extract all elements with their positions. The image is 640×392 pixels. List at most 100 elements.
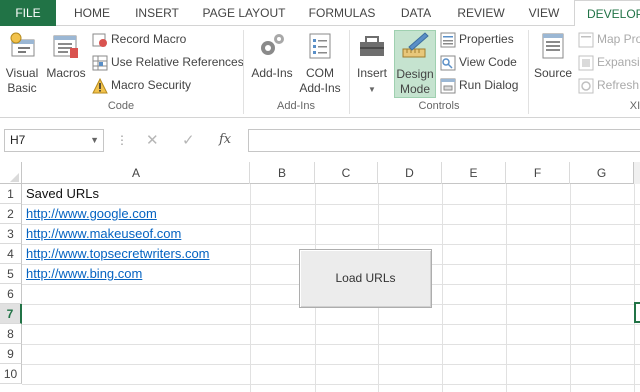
design-mode-icon — [402, 32, 429, 58]
gridline — [22, 344, 640, 345]
tab-file[interactable]: FILE — [0, 0, 56, 26]
insert-control-button[interactable]: Insert ▼ — [352, 30, 392, 97]
toolbox-icon — [360, 36, 384, 56]
refresh-data-button[interactable]: Refresh I — [578, 75, 640, 95]
row-header-1[interactable]: 1 — [0, 184, 22, 204]
cell-a3-link[interactable]: http://www.makeuseof.com — [26, 224, 181, 244]
macros-button[interactable]: Macros — [44, 30, 88, 81]
tab-developer[interactable]: DEVELOPER — [574, 0, 640, 27]
properties-icon — [440, 32, 456, 48]
cell-a2-link[interactable]: http://www.google.com — [26, 204, 157, 224]
visual-basic-label-1: Visual — [5, 66, 39, 80]
column-header-f[interactable]: F — [506, 162, 570, 184]
column-header-a[interactable]: A — [23, 162, 250, 184]
record-macro-button[interactable]: Record Macro — [92, 29, 186, 49]
row-header-3[interactable]: 3 — [0, 224, 22, 244]
macro-security-label: Macro Security — [111, 78, 192, 92]
cell-a5-link[interactable]: http://www.bing.com — [26, 264, 142, 284]
com-add-ins-button[interactable]: COM Add-Ins — [296, 30, 344, 96]
properties-button[interactable]: Properties — [440, 29, 514, 49]
column-header-d[interactable]: D — [378, 162, 442, 184]
splitter-handle[interactable]: ⋮ — [116, 133, 128, 147]
source-icon — [542, 33, 564, 59]
row-header-8[interactable]: 8 — [0, 324, 22, 344]
run-dialog-button[interactable]: Run Dialog — [440, 75, 518, 95]
gridline — [442, 184, 443, 392]
insert-control-label: Insert — [356, 66, 387, 80]
visual-basic-button[interactable]: Visual Basic — [2, 30, 42, 96]
enter-icon[interactable]: ✓ — [182, 131, 195, 149]
tab-formulas[interactable]: FORMULAS — [302, 0, 382, 26]
column-header-e[interactable]: E — [442, 162, 506, 184]
chevron-down-icon[interactable]: ▼ — [90, 130, 99, 151]
xml-group-label: XI — [629, 100, 640, 112]
divider — [528, 30, 529, 114]
selected-cell-h7[interactable] — [634, 302, 640, 323]
tab-home[interactable]: HOME — [66, 0, 118, 26]
map-properties-icon — [578, 32, 594, 48]
view-code-label: View Code — [459, 55, 517, 69]
chevron-down-icon: ▼ — [368, 85, 376, 94]
source-button[interactable]: Source — [532, 30, 574, 81]
com-add-ins-label-1: COM — [306, 66, 334, 80]
insert-function-icon[interactable]: fx — [219, 132, 231, 147]
select-all-button[interactable] — [0, 162, 22, 184]
visual-basic-icon — [10, 32, 35, 57]
tab-insert[interactable]: INSERT — [128, 0, 186, 26]
row-header-6[interactable]: 6 — [0, 284, 22, 304]
column-headers: A B C D E F G — [0, 162, 640, 184]
ribbon: Visual Basic Macros Record Macro Use Rel… — [0, 26, 640, 118]
tab-view[interactable]: VIEW — [522, 0, 566, 26]
relative-references-icon — [92, 55, 108, 71]
code-group-label: Code — [107, 100, 135, 112]
name-box[interactable]: H7 ▼ — [4, 129, 104, 152]
load-urls-button[interactable]: Load URLs — [299, 249, 432, 308]
design-mode-button[interactable]: Design Mode — [394, 30, 436, 98]
controls-group-label: Controls — [418, 100, 460, 112]
map-properties-label: Map Pro — [597, 32, 640, 46]
record-macro-icon — [92, 33, 107, 47]
gridline — [634, 184, 635, 392]
source-label: Source — [533, 66, 573, 80]
formula-bar: H7 ▼ ⋮ ✕ ✓ fx — [0, 126, 640, 156]
tab-review[interactable]: REVIEW — [450, 0, 512, 26]
warning-icon — [92, 77, 108, 94]
gridline — [570, 184, 571, 392]
gridline — [506, 184, 507, 392]
column-header-c[interactable]: C — [315, 162, 378, 184]
cancel-icon[interactable]: ✕ — [146, 131, 159, 149]
macro-security-button[interactable]: Macro Security — [92, 75, 191, 95]
row-header-2[interactable]: 2 — [0, 204, 22, 224]
formula-input[interactable] — [248, 129, 640, 152]
cell-a1[interactable]: Saved URLs — [26, 184, 99, 204]
row-header-10[interactable]: 10 — [0, 364, 22, 384]
add-ins-label: Add-Ins — [251, 66, 293, 80]
expansion-packs-button[interactable]: Expansic — [578, 52, 640, 72]
row-header-7[interactable]: 7 — [0, 304, 22, 324]
add-ins-button[interactable]: Add-Ins — [248, 30, 296, 81]
com-add-ins-label-2: Add-Ins — [299, 81, 341, 95]
cell-a4-link[interactable]: http://www.topsecretwriters.com — [26, 244, 210, 264]
properties-label: Properties — [459, 32, 514, 46]
column-header-b[interactable]: B — [250, 162, 315, 184]
design-mode-label-1: Design — [396, 67, 434, 81]
design-mode-label-2: Mode — [399, 82, 431, 96]
column-header-g[interactable]: G — [570, 162, 634, 184]
view-code-button[interactable]: View Code — [440, 52, 517, 72]
record-macro-label: Record Macro — [111, 32, 187, 46]
tab-page-layout[interactable]: PAGE LAYOUT — [196, 0, 292, 26]
scrollbar-edge[interactable] — [633, 162, 640, 184]
gridline — [22, 384, 640, 385]
map-properties-button[interactable]: Map Pro — [578, 29, 640, 49]
refresh-data-label: Refresh I — [597, 78, 640, 92]
tab-data[interactable]: DATA — [392, 0, 440, 26]
run-dialog-label: Run Dialog — [459, 78, 519, 92]
relative-references-button[interactable]: Use Relative References — [92, 52, 244, 72]
row-header-4[interactable]: 4 — [0, 244, 22, 264]
relative-references-label: Use Relative References — [111, 55, 244, 69]
row-header-9[interactable]: 9 — [0, 344, 22, 364]
ribbon-tabs: FILE HOME INSERT PAGE LAYOUT FORMULAS DA… — [0, 0, 640, 27]
row-header-5[interactable]: 5 — [0, 264, 22, 284]
visual-basic-label-2: Basic — [7, 81, 37, 95]
expansion-packs-icon — [578, 55, 594, 71]
